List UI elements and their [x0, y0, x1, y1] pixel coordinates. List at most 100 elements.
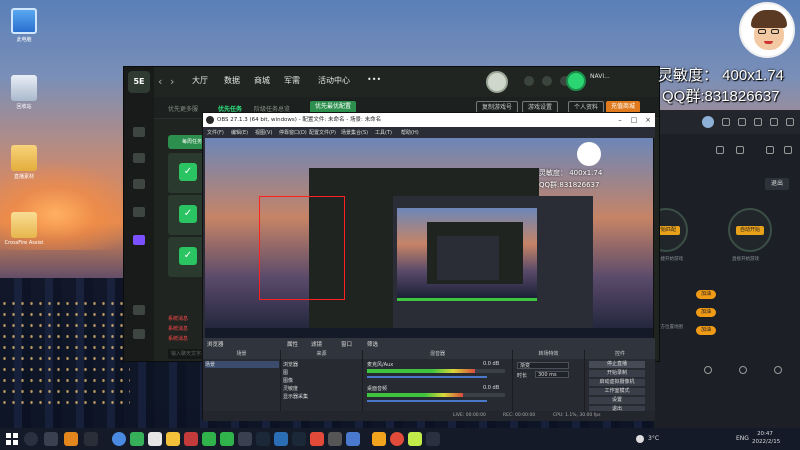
windows-start-icon[interactable]	[6, 433, 18, 445]
nav-lobby[interactable]: 大厅	[192, 75, 208, 86]
transition-select[interactable]: 渐变	[517, 362, 569, 369]
task-view-icon[interactable]	[44, 432, 58, 446]
shirt-icon[interactable]	[722, 118, 730, 126]
lock-icon[interactable]	[736, 146, 744, 154]
forward-arrow-icon[interactable]: ›	[170, 75, 174, 88]
menu-help[interactable]: 帮助(H)	[401, 129, 419, 136]
shield-icon[interactable]	[133, 235, 145, 245]
qq-icon[interactable]	[166, 432, 180, 446]
back-arrow-icon[interactable]: ‹	[158, 75, 162, 88]
heart-icon[interactable]	[766, 146, 774, 154]
app-icon[interactable]	[408, 432, 422, 446]
interact-button[interactable]: 筛选	[367, 340, 378, 348]
duration-input[interactable]: 300 ms	[535, 371, 569, 378]
share-icon[interactable]	[784, 146, 792, 154]
chat-icon[interactable]	[542, 76, 552, 86]
maximize-icon[interactable]: □	[627, 113, 641, 127]
launcher-logo[interactable]: 5E	[128, 71, 150, 93]
source-item[interactable]: 图	[283, 369, 288, 376]
app-icon[interactable]	[220, 432, 234, 446]
volume-slider[interactable]	[367, 376, 487, 378]
wifi-icon[interactable]	[133, 207, 145, 217]
studio-mode-button[interactable]: 工作室模式	[589, 388, 645, 395]
game-app-icon[interactable]	[84, 432, 98, 446]
taskbar-clock[interactable]: 20:47 2022/2/15	[752, 430, 780, 446]
desktop-icon-folder[interactable]: 直播素材	[4, 145, 44, 180]
gear-icon[interactable]	[704, 366, 712, 374]
netease-icon[interactable]	[390, 432, 404, 446]
obs-taskbar-icon[interactable]	[328, 432, 342, 446]
search-icon[interactable]	[24, 432, 38, 446]
menu-icon[interactable]	[754, 118, 762, 126]
window-button[interactable]: 窗口	[341, 340, 352, 348]
volume-slider[interactable]	[367, 400, 487, 402]
app-icon[interactable]	[274, 432, 288, 446]
boost-pill[interactable]: 加油	[696, 308, 716, 317]
browser-icon[interactable]	[112, 432, 126, 446]
filters-button[interactable]: 滤镜	[311, 340, 322, 348]
start-recording-button[interactable]: 开始录制	[589, 370, 645, 377]
language-indicator[interactable]: ENG	[736, 435, 749, 442]
desktop-icon-recycle-bin[interactable]: 回收站	[4, 75, 44, 110]
source-selection-box[interactable]	[259, 196, 345, 300]
weather-icon[interactable]	[636, 435, 644, 443]
username[interactable]: NAVI...	[590, 73, 610, 80]
avatar[interactable]	[702, 116, 714, 128]
obs-preview[interactable]: 灵敏度： 400x1.74 QQ群:831826637	[205, 138, 653, 338]
desktop-icon-assist[interactable]: CrossFire Assist	[4, 212, 44, 246]
close-icon[interactable]: ×	[641, 113, 655, 127]
menu-scene-collection[interactable]: 场景集合(S)	[341, 129, 368, 136]
folder-icon[interactable]	[372, 432, 386, 446]
app-icon[interactable]	[184, 432, 198, 446]
rank-badge-icon[interactable]	[486, 71, 508, 93]
nav-store[interactable]: 商城	[254, 75, 270, 86]
weather-temp[interactable]: 3°C	[648, 435, 659, 442]
app-icon[interactable]	[64, 432, 78, 446]
tab-priority-more[interactable]: 优先更多服	[168, 104, 198, 113]
exit-button[interactable]: 退出	[765, 178, 789, 190]
user-avatar[interactable]	[566, 71, 586, 91]
scene-item[interactable]: 场景	[205, 361, 279, 368]
app-icon[interactable]	[310, 432, 324, 446]
gift-icon[interactable]	[524, 76, 534, 86]
nav-supply[interactable]: 军需	[284, 75, 300, 86]
desktop-icon-this-pc[interactable]: 此电脑	[4, 8, 44, 43]
boost-pill[interactable]: 加油	[696, 326, 716, 335]
boost-pill[interactable]: 加油	[696, 290, 716, 299]
minimize-icon[interactable]	[770, 118, 778, 126]
menu-file[interactable]: 文件(F)	[207, 129, 224, 136]
browser-source-button[interactable]: 浏览器	[207, 340, 224, 348]
group-icon[interactable]	[133, 153, 145, 163]
menu-tools[interactable]: 工具(T)	[375, 129, 392, 136]
app-icon[interactable]	[426, 432, 440, 446]
source-item[interactable]: 显示器采集	[283, 393, 308, 400]
virtual-camera-button[interactable]: 启动虚拟摄像机	[589, 379, 645, 386]
menu-docks[interactable]: 停靠窗口(D)	[279, 129, 307, 136]
settings-button[interactable]: 设置	[589, 397, 645, 404]
stop-streaming-button[interactable]: 停止直播	[589, 361, 645, 368]
steam-icon[interactable]	[256, 432, 270, 446]
app-icon[interactable]	[346, 432, 360, 446]
gear-icon[interactable]	[739, 366, 747, 374]
settings-icon[interactable]	[133, 329, 145, 339]
properties-button[interactable]: 属性	[287, 340, 298, 348]
nav-data[interactable]: 数据	[224, 75, 240, 86]
app-icon[interactable]	[238, 432, 252, 446]
grid-icon[interactable]	[133, 179, 145, 189]
source-item[interactable]: 灵敏度	[283, 385, 298, 392]
close-icon[interactable]	[786, 118, 794, 126]
add-icon[interactable]	[716, 146, 724, 154]
auto-start-circle[interactable]: 自动开始	[728, 208, 772, 252]
menu-profile[interactable]: 配置文件(P)	[309, 129, 336, 136]
source-item[interactable]: 图像	[283, 377, 293, 384]
home-icon[interactable]	[133, 127, 145, 137]
menu-view[interactable]: 视图(V)	[255, 129, 272, 136]
nav-more[interactable]: •••	[367, 75, 381, 84]
launcher-icon[interactable]	[130, 432, 144, 446]
menu-edit[interactable]: 编辑(E)	[231, 129, 248, 136]
minimize-icon[interactable]: –	[613, 113, 627, 127]
app-icon[interactable]	[292, 432, 306, 446]
app-icon[interactable]	[148, 432, 162, 446]
wechat-icon[interactable]	[202, 432, 216, 446]
gear-icon[interactable]	[774, 366, 782, 374]
